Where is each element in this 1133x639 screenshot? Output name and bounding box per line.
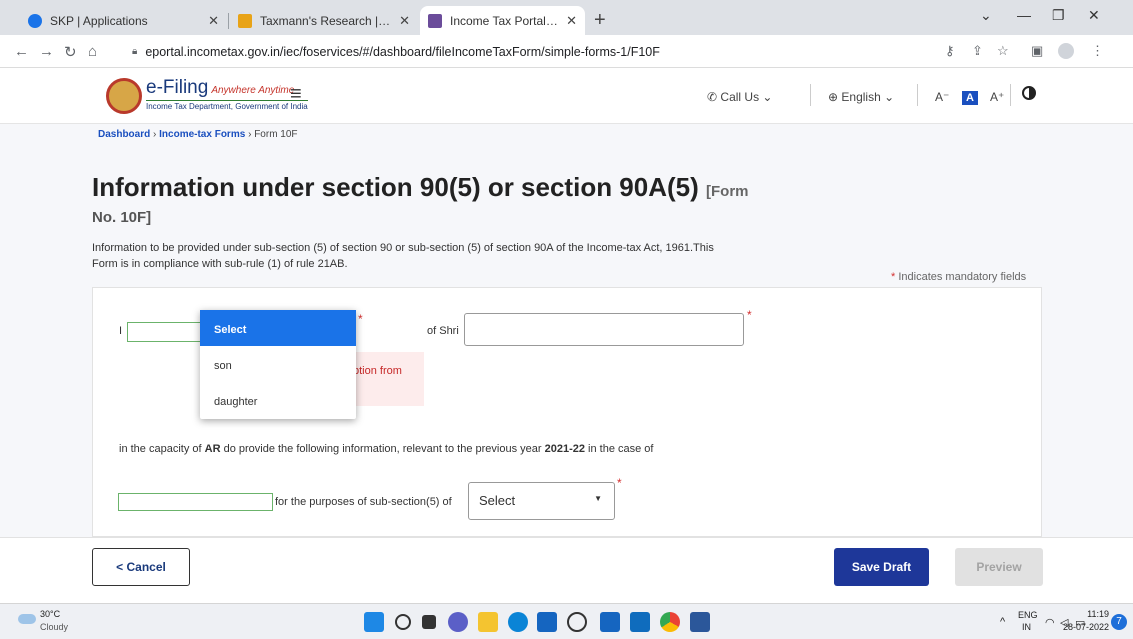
shri-name-input[interactable] [464,313,744,346]
dell-icon[interactable] [567,612,587,632]
wifi-icon[interactable]: ◠ [1045,616,1055,629]
capacity-statement: in the capacity of AR do provide the fol… [119,443,654,455]
url-text: eportal.incometax.gov.in/iec/foservices/… [145,44,660,59]
address-bar[interactable]: 🔒︎ eportal.incometax.gov.in/iec/foservic… [118,39,938,64]
relation-error-message: ption from [353,352,424,406]
dropdown-option-son[interactable]: son [200,346,356,382]
tab-income-tax-portal[interactable]: Income Tax Portal, Government of ✕ [420,6,585,35]
weather-description: Cloudy [40,622,69,632]
cloud-icon[interactable] [18,614,36,624]
tab-skp-applications[interactable]: SKP | Applications ✕ [20,6,227,35]
chevron-up-icon[interactable]: ^ [1000,616,1005,628]
back-icon[interactable]: ← [14,43,29,60]
taxmann-favicon-icon [238,13,252,28]
of-shri-label: of Shri [427,325,459,337]
page-description: Information to be provided under sub-sec… [92,242,714,270]
declarant-name-field[interactable] [127,322,202,342]
close-window-icon[interactable]: ✕ [1088,7,1100,24]
weather-temperature: 30°C [40,609,61,619]
chevron-down-icon: ⌄ [884,90,895,104]
store-icon[interactable] [537,612,557,632]
close-icon[interactable]: ✕ [208,13,219,29]
phone-icon: ✆ [707,90,718,104]
lock-icon: 🔒︎ [132,46,138,57]
call-us-menu[interactable]: ✆ Call Us ⌄ [707,90,772,104]
relation-dropdown-menu: Select son daughter [200,310,356,419]
key-icon[interactable]: ⚷ [945,43,955,59]
breadcrumb-income-tax-forms[interactable]: Income-tax Forms [159,129,245,140]
government-emblem-logo[interactable] [106,78,142,114]
hamburger-menu-icon[interactable]: ≡ [290,83,302,106]
notification-badge[interactable]: 7 [1111,614,1127,630]
forward-icon[interactable]: → [39,43,54,60]
teams-chat-icon[interactable] [448,612,468,632]
browser-tab-bar: SKP | Applications ✕ Taxmann's Research … [0,0,1133,35]
word-icon[interactable] [690,612,710,632]
close-icon[interactable]: ✕ [399,13,410,29]
minimize-icon[interactable]: — [1017,7,1031,23]
income-tax-favicon-icon [428,13,442,28]
assessee-name-field[interactable] [118,493,273,511]
i-label: I [119,325,123,337]
preview-button[interactable]: Preview [955,548,1043,586]
language-selector[interactable]: ⊕ English ⌄ [828,90,894,104]
clock-date: 28-07-2022 [1062,622,1109,632]
bookmark-star-icon[interactable]: ☆ [997,43,1009,59]
font-increase-button[interactable]: A⁺ [990,90,1004,104]
contrast-toggle-icon[interactable] [1022,86,1036,100]
skp-favicon-icon [28,13,42,28]
plus-icon[interactable]: + [594,9,606,32]
search-icon[interactable] [395,614,411,630]
cancel-button[interactable]: < Cancel [92,548,190,586]
font-normal-button[interactable]: A [962,90,978,105]
efiling-logo[interactable]: e-Filing Anywhere Anytime [146,77,294,99]
sidepanel-icon[interactable]: ▣ [1031,43,1043,59]
edge-browser-icon[interactable] [508,612,528,632]
purpose-label: for the purposes of sub-section(5) of [275,496,452,508]
tab-search-icon[interactable]: ⌄ [980,7,992,24]
font-decrease-button[interactable]: A⁻ [935,90,949,104]
easy-language-icon[interactable] [600,612,620,632]
dropdown-option-select[interactable]: Select [200,310,356,346]
department-subtitle: Income Tax Department, Government of Ind… [146,100,308,111]
close-icon[interactable]: ✕ [566,13,577,29]
reload-icon[interactable]: ↻ [64,43,77,61]
profile-avatar[interactable] [1058,43,1074,59]
clock-time[interactable]: 11:19 [1083,609,1109,619]
section-select[interactable]: Select ▼ [468,482,615,520]
browser-toolbar: ← → ↻ ⌂ 🔒︎ eportal.incometax.gov.in/iec/… [0,35,1133,68]
chrome-icon[interactable] [660,612,680,632]
form-footer: < Cancel Save Draft Preview [0,537,1133,603]
page-title-form-number: No. 10F] [92,209,152,226]
region-indicator: IN [1022,622,1031,632]
tab-taxmann[interactable]: Taxmann's Research | Income Tax ✕ [230,6,418,35]
chevron-down-icon: ⌄ [762,90,773,104]
globe-icon: ⊕ [828,90,839,104]
dropdown-option-daughter[interactable]: daughter [200,382,356,418]
mandatory-note: * Indicates mandatory fields [891,271,1027,283]
share-icon[interactable]: ⇪ [972,43,983,59]
maximize-icon[interactable]: ❐ [1052,7,1065,24]
site-header: e-Filing Anywhere Anytime Income Tax Depa… [0,68,1133,124]
windows-taskbar: 30°C Cloudy ^ ENG IN ◠ ◁ ▭ 11:19 28-07-2… [0,603,1133,639]
language-indicator[interactable]: ENG [1018,610,1038,620]
breadcrumb-current: Form 10F [254,129,298,140]
home-icon[interactable]: ⌂ [88,43,97,60]
windows-start-icon[interactable] [364,612,384,632]
menu-kebab-icon[interactable]: ⋮ [1091,43,1104,59]
page-title: Information under section 90(5) or secti… [92,172,749,202]
outlook-icon[interactable] [630,612,650,632]
task-view-icon[interactable] [422,615,436,629]
save-draft-button[interactable]: Save Draft [834,548,929,586]
breadcrumb: Dashboard › Income-tax Forms › Form 10F [98,129,298,140]
dropdown-caret-icon: ▼ [594,494,602,503]
file-explorer-icon[interactable] [478,612,498,632]
breadcrumb-dashboard[interactable]: Dashboard [98,129,150,140]
